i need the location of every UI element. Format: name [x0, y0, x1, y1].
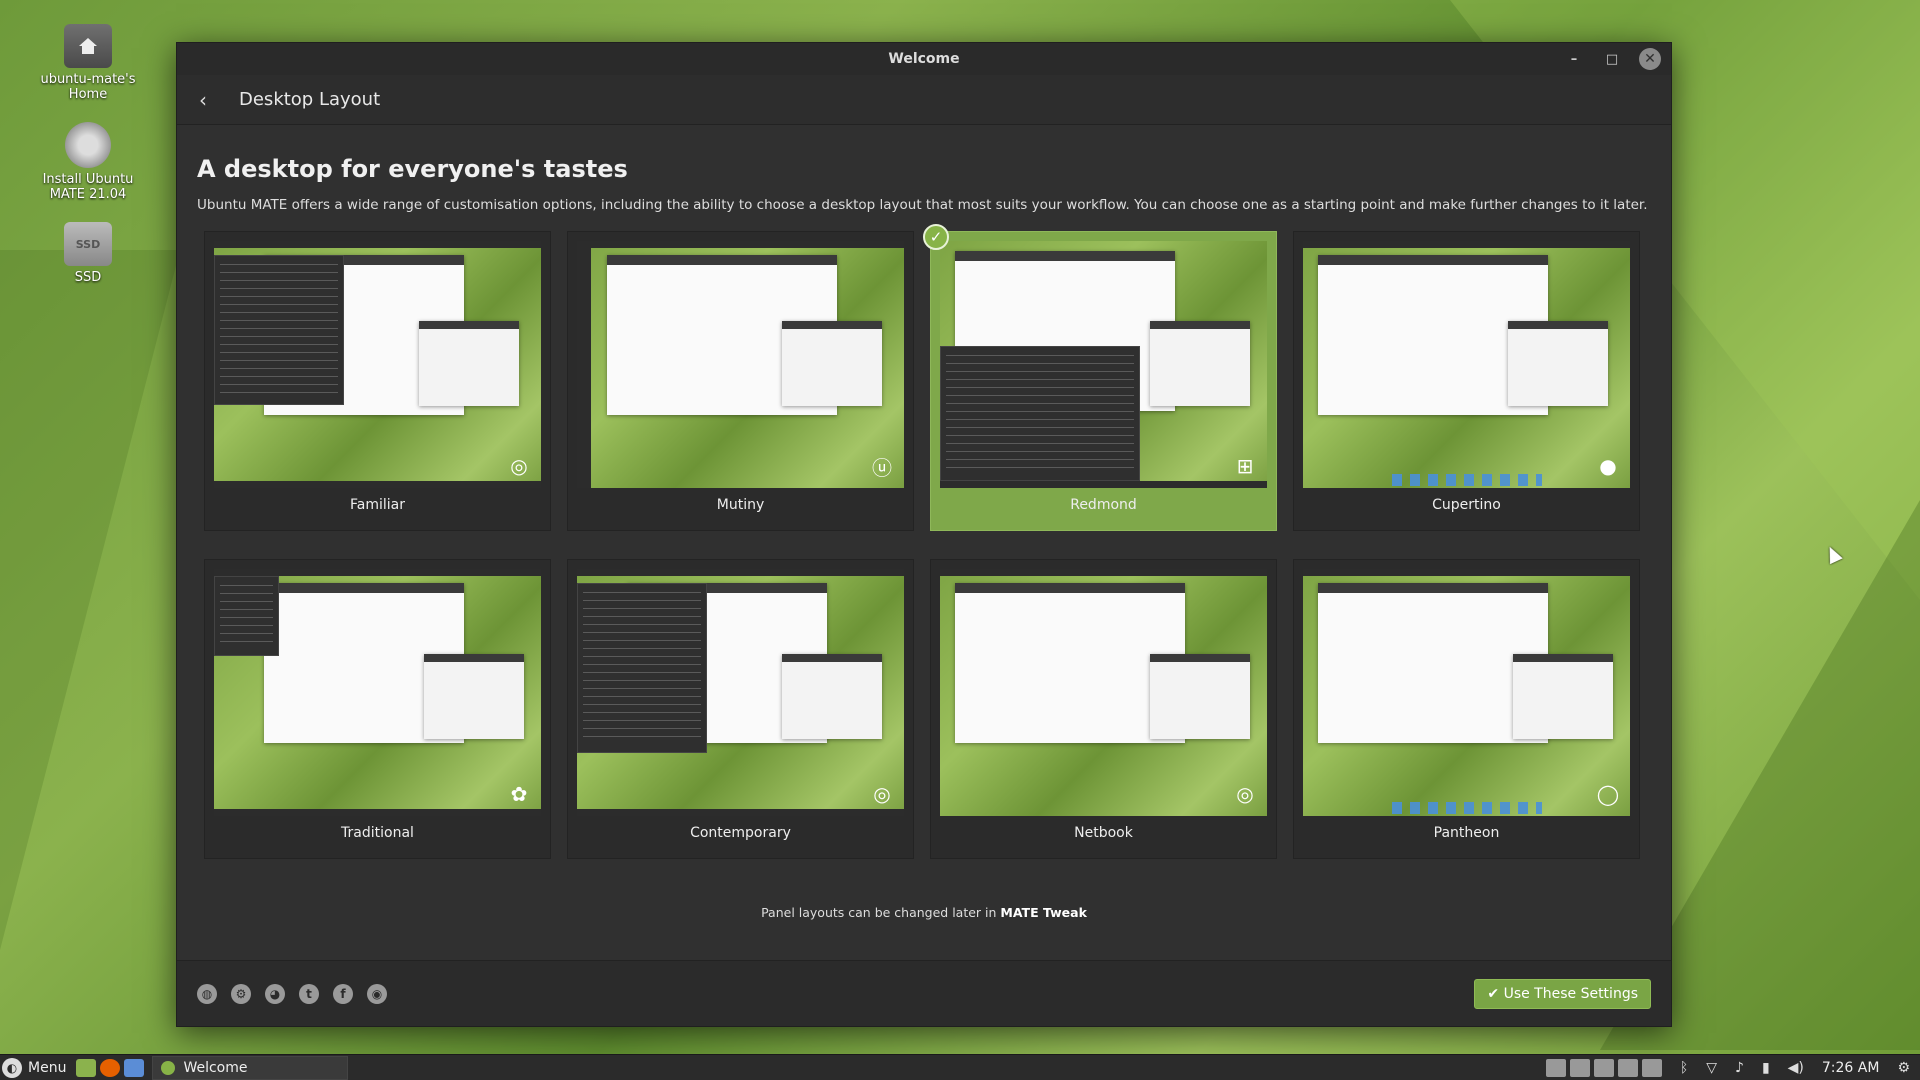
ubuntu-mate-logo-icon: ◐	[2, 1057, 22, 1078]
windows-logo-icon: ⊞	[1236, 454, 1254, 478]
social-links: ◍ ⚙ ◕ t f ◉	[197, 983, 387, 1004]
layout-preview: ⓤ	[577, 241, 904, 488]
footnote: Panel layouts can be changed later in MA…	[197, 905, 1651, 920]
minimize-button[interactable]: –	[1563, 48, 1585, 70]
drive-icon[interactable]	[1593, 1058, 1614, 1077]
layout-name: Netbook	[1074, 825, 1133, 841]
page-title: Desktop Layout	[239, 89, 381, 110]
layout-card-redmond[interactable]: ✓ ⊞ Redmond	[923, 224, 1277, 531]
ubuntu-icon[interactable]: ⚙	[231, 983, 251, 1004]
drive-icon: SSD	[64, 222, 112, 266]
gnome-foot-icon: ✿	[510, 782, 528, 806]
desktop-icon-label: Install Ubuntu	[42, 172, 134, 187]
menu-button[interactable]: ◐ Menu	[0, 1057, 67, 1078]
bottom-panel: ◐ Menu Welcome ᛒ ▽ ♪ ▮ ◀) 7:26 AM ⚙	[0, 1054, 1920, 1080]
maximize-button[interactable]: □	[1601, 48, 1623, 70]
back-button[interactable]: ‹	[199, 88, 223, 112]
window-title: Welcome	[888, 51, 960, 67]
layout-name: Familiar	[350, 497, 405, 513]
discord-icon[interactable]: ◉	[367, 983, 387, 1004]
layout-card-contemporary[interactable]: ◎ Contemporary	[567, 559, 914, 859]
github-icon[interactable]: ◕	[265, 983, 285, 1004]
desktop-icon-label: SSD	[74, 270, 102, 285]
layout-grid: ◎ Familiar ⓤ Mutiny ✓ ⊞ Redmond ● Cupert…	[204, 224, 1651, 859]
wallpaper-shape	[0, 250, 180, 950]
desktop-icon-installer[interactable]: Install Ubuntu MATE 21.04	[38, 122, 138, 202]
disc-icon	[65, 122, 111, 168]
layout-name: Cupertino	[1432, 497, 1501, 513]
layout-preview: ◎	[577, 569, 904, 816]
launchers	[76, 1058, 145, 1077]
terminal-launcher-icon[interactable]	[76, 1058, 97, 1077]
drive-icon[interactable]	[1569, 1058, 1590, 1077]
headerbar: ‹ Desktop Layout	[177, 75, 1671, 125]
layout-name: Contemporary	[690, 825, 791, 841]
layout-name: Redmond	[1070, 497, 1137, 513]
clock[interactable]: 7:26 AM	[1822, 1060, 1880, 1076]
mate-logo-icon: ◎	[1236, 782, 1254, 806]
titlebar[interactable]: Welcome – □ ✕	[177, 43, 1671, 75]
checkmark-icon: ✓	[923, 224, 949, 250]
mate-logo-icon: ◎	[873, 782, 891, 806]
desktop-icon-label: Home	[68, 87, 108, 102]
desktop-icon-ssd[interactable]: SSD SSD	[38, 222, 138, 285]
desktop-icon-home[interactable]: ubuntu-mate's Home	[38, 24, 138, 102]
web-icon[interactable]: ◍	[197, 983, 217, 1004]
drive-icon[interactable]	[1617, 1058, 1638, 1077]
layout-preview: ●	[1303, 241, 1630, 488]
use-these-settings-button[interactable]: ✔ Use These Settings	[1474, 978, 1651, 1009]
network-icon[interactable]: ▽	[1706, 1060, 1717, 1076]
desktop-icon-label: MATE 21.04	[49, 187, 127, 202]
battery-icon[interactable]: ▮	[1762, 1060, 1770, 1076]
twitter-icon[interactable]: t	[299, 983, 319, 1004]
layout-preview: ⊞	[940, 241, 1267, 488]
layout-card-familiar[interactable]: ◎ Familiar	[204, 231, 551, 531]
mail-launcher-icon[interactable]	[124, 1058, 145, 1077]
notification-bell-icon[interactable]: ♪	[1735, 1060, 1744, 1076]
elementary-logo-icon: ◯	[1596, 782, 1620, 806]
dock	[1391, 802, 1542, 814]
bluetooth-icon[interactable]: ᛒ	[1680, 1060, 1688, 1076]
welcome-window: Welcome – □ ✕ ‹ Desktop Layout A desktop…	[176, 42, 1672, 1027]
layout-name: Traditional	[341, 825, 414, 841]
menu-label: Menu	[28, 1059, 67, 1076]
layout-preview: ◎	[940, 569, 1267, 816]
system-tray: ᛒ ▽ ♪ ▮ ◀) 7:26 AM ⚙	[1545, 1058, 1920, 1077]
close-button[interactable]: ✕	[1639, 48, 1661, 70]
window-footer: ◍ ⚙ ◕ t f ◉ ✔ Use These Settings	[177, 960, 1671, 1026]
drive-icon[interactable]	[1641, 1058, 1662, 1077]
mate-logo-icon: ◎	[510, 454, 528, 478]
volume-icon[interactable]: ◀)	[1788, 1060, 1804, 1076]
layout-name: Pantheon	[1433, 825, 1500, 841]
drive-badge: SSD	[75, 237, 101, 251]
footnote-app-link: MATE Tweak	[1000, 905, 1087, 920]
layout-card-pantheon[interactable]: ◯ Pantheon	[1293, 559, 1640, 859]
footnote-text: Panel layouts can be changed later in	[761, 905, 1001, 920]
dock	[1391, 474, 1542, 486]
layout-preview: ◯	[1303, 569, 1630, 816]
desktop-icon-label: ubuntu-mate's	[40, 72, 136, 87]
welcome-app-icon	[161, 1060, 176, 1075]
apple-logo-icon: ●	[1599, 454, 1617, 478]
facebook-icon[interactable]: f	[333, 983, 353, 1004]
layout-card-cupertino[interactable]: ● Cupertino	[1293, 231, 1640, 531]
task-label: Welcome	[183, 1059, 248, 1076]
firefox-launcher-icon[interactable]	[100, 1058, 121, 1077]
drive-icon[interactable]	[1545, 1058, 1566, 1077]
layout-card-traditional[interactable]: ✿ Traditional	[204, 559, 551, 859]
unity-logo-icon: ⓤ	[872, 455, 892, 480]
layout-card-netbook[interactable]: ◎ Netbook	[930, 559, 1277, 859]
drive-indicators	[1545, 1058, 1662, 1077]
section-description: Ubuntu MATE offers a wide range of custo…	[197, 197, 1648, 213]
layout-name: Mutiny	[716, 497, 765, 513]
section-heading: A desktop for everyone's tastes	[197, 155, 628, 183]
layout-preview: ◎	[214, 241, 541, 488]
gear-icon[interactable]: ⚙	[1897, 1060, 1910, 1076]
layout-preview: ✿	[214, 569, 541, 816]
task-button-welcome[interactable]: Welcome	[152, 1055, 349, 1080]
home-folder-icon	[64, 24, 112, 68]
layout-card-mutiny[interactable]: ⓤ Mutiny	[567, 231, 914, 531]
